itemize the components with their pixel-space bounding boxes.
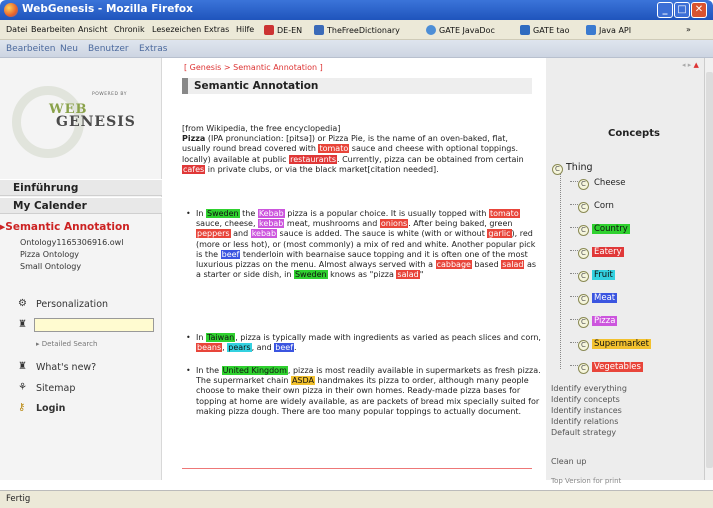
- menu-lesezeichen[interactable]: Lesezeichen: [152, 25, 201, 34]
- binoculars-icon: ♜: [18, 319, 27, 330]
- nav-arrows-icon[interactable]: ◂ ▸ ▲: [682, 61, 699, 69]
- window-titlebar: WebGenesis - Mozilla Firefox _ □ ✕: [0, 0, 713, 20]
- sitemap-link[interactable]: Sitemap: [36, 383, 75, 394]
- class-icon: C: [578, 317, 589, 328]
- sitemap-icon: ⚘: [18, 382, 27, 393]
- class-icon: C: [578, 294, 589, 305]
- menu-chronik[interactable]: Chronik: [114, 25, 145, 34]
- nav-sub-ontology-owl[interactable]: Ontology1165306916.owl: [20, 238, 123, 247]
- menu-hilfe[interactable]: Hilfe: [236, 25, 254, 34]
- wg-neu[interactable]: Neu: [60, 44, 78, 54]
- nav-my-calender[interactable]: My Calender: [0, 197, 162, 214]
- minimize-button[interactable]: _: [657, 2, 673, 18]
- vertical-scrollbar[interactable]: [704, 58, 713, 480]
- java-icon: [586, 25, 596, 35]
- concept-country[interactable]: C Country: [570, 224, 630, 236]
- personalization-link[interactable]: Personalization: [36, 299, 108, 310]
- menu-bearbeiten[interactable]: Bearbeiten: [31, 25, 75, 34]
- nav-semantic-annotation[interactable]: ▸Semantic Annotation: [0, 221, 130, 233]
- nav-sub-pizza-ontology[interactable]: Pizza Ontology: [20, 250, 79, 259]
- personalization-icon: ⚙: [18, 298, 27, 309]
- sidebar: POWERED BY WEB GENESIS Einführung My Cal…: [0, 58, 162, 480]
- concepts-panel: Concepts C Thing C Cheese C Corn C Country C…: [546, 58, 704, 485]
- flag-icon: [264, 25, 274, 35]
- breadcrumb[interactable]: [ Genesis > Semantic Annotation ]: [184, 63, 323, 72]
- main-content: [ Genesis > Semantic Annotation ] Semant…: [162, 58, 545, 480]
- scrollbar-thumb[interactable]: [706, 72, 713, 468]
- concept-thing[interactable]: C Thing: [552, 162, 593, 175]
- concept-corn[interactable]: C Corn: [570, 201, 616, 213]
- bookmark-gate-javadoc[interactable]: GATE JavaDoc: [426, 25, 495, 35]
- window-title: WebGenesis - Mozilla Firefox: [22, 3, 193, 15]
- key-icon: ⚷: [18, 402, 26, 413]
- identify-instances-link[interactable]: Identify instances: [551, 406, 622, 415]
- identify-relations-link[interactable]: Identify relations: [551, 417, 618, 426]
- detailed-search-link[interactable]: ▸ Detailed Search: [36, 340, 97, 348]
- content-divider: [182, 468, 532, 469]
- identify-everything-link[interactable]: Identify everything: [551, 384, 627, 393]
- nav-einfuehrung[interactable]: Einführung: [0, 179, 162, 196]
- book-icon: [314, 25, 324, 35]
- class-icon: C: [578, 179, 589, 190]
- whats-new-icon: ♜: [18, 361, 27, 372]
- concept-cheese[interactable]: C Cheese: [570, 178, 627, 190]
- bookmark-de-en[interactable]: DE-EN: [264, 25, 302, 35]
- menu-bar: Datei Bearbeiten Ansicht Chronik Lesezei…: [0, 20, 713, 40]
- globe-icon: [426, 25, 436, 35]
- clean-up-link[interactable]: Clean up: [551, 457, 586, 466]
- tree-connector: [560, 174, 561, 369]
- article-bullet-1: In Sweden the Kebab pizza is a popular c…: [186, 209, 541, 280]
- class-icon: C: [578, 271, 589, 282]
- wg-bearbeiten[interactable]: Bearbeiten: [6, 44, 55, 54]
- bookmark-freedictionary[interactable]: TheFreeDictionary: [314, 25, 400, 35]
- article-bullet-3: In the United Kingdom, pizza is most rea…: [186, 366, 541, 417]
- class-icon: C: [578, 202, 589, 213]
- class-icon: C: [578, 363, 589, 374]
- bookmark-java-api[interactable]: Java API: [586, 25, 631, 35]
- identify-concepts-link[interactable]: Identify concepts: [551, 395, 620, 404]
- concepts-title: Concepts: [608, 128, 660, 139]
- article-bullet-2: In Taiwan, pizza is typically made with …: [186, 333, 541, 353]
- page-title: Semantic Annotation: [182, 78, 532, 94]
- class-icon: C: [578, 248, 589, 259]
- webgenesis-toolbar: Bearbeiten Neu Benutzer Extras: [0, 40, 713, 58]
- wg-benutzer[interactable]: Benutzer: [88, 44, 129, 54]
- concept-fruit[interactable]: C Fruit: [570, 270, 615, 282]
- article-intro: [from Wikipedia, the free encyclopedia] …: [182, 124, 524, 174]
- concept-pizza[interactable]: C Pizza: [570, 316, 618, 328]
- concept-vegetables[interactable]: C Vegetables: [570, 362, 643, 374]
- maximize-button[interactable]: □: [674, 2, 690, 18]
- close-button[interactable]: ✕: [691, 2, 707, 18]
- concept-meat[interactable]: C Meat: [570, 293, 618, 305]
- powered-by: POWERED BY: [92, 92, 128, 97]
- bookmark-overflow[interactable]: »: [686, 25, 691, 34]
- status-bar: Fertig: [0, 490, 713, 508]
- menu-extras[interactable]: Extras: [204, 25, 229, 34]
- concept-eatery[interactable]: C Eatery: [570, 247, 624, 259]
- firefox-icon: [4, 3, 18, 17]
- whats-new-link[interactable]: What's new?: [36, 362, 96, 373]
- gate-icon: [520, 25, 530, 35]
- default-strategy-link[interactable]: Default strategy: [551, 428, 616, 437]
- top-version-print-link[interactable]: Top Version for print: [551, 477, 621, 485]
- class-icon: C: [552, 164, 563, 175]
- menu-datei[interactable]: Datei: [6, 25, 27, 34]
- menu-ansicht[interactable]: Ansicht: [78, 25, 108, 34]
- wg-extras[interactable]: Extras: [139, 44, 167, 54]
- logo-genesis: GENESIS: [56, 114, 136, 130]
- concept-supermarket[interactable]: C Supermarket: [570, 339, 651, 351]
- nav-sub-small-ontology[interactable]: Small Ontology: [20, 262, 81, 271]
- bookmark-gate-tao[interactable]: GATE tao: [520, 25, 569, 35]
- login-link[interactable]: Login: [36, 403, 65, 414]
- class-icon: C: [578, 340, 589, 351]
- search-input[interactable]: [34, 318, 154, 332]
- class-icon: C: [578, 225, 589, 236]
